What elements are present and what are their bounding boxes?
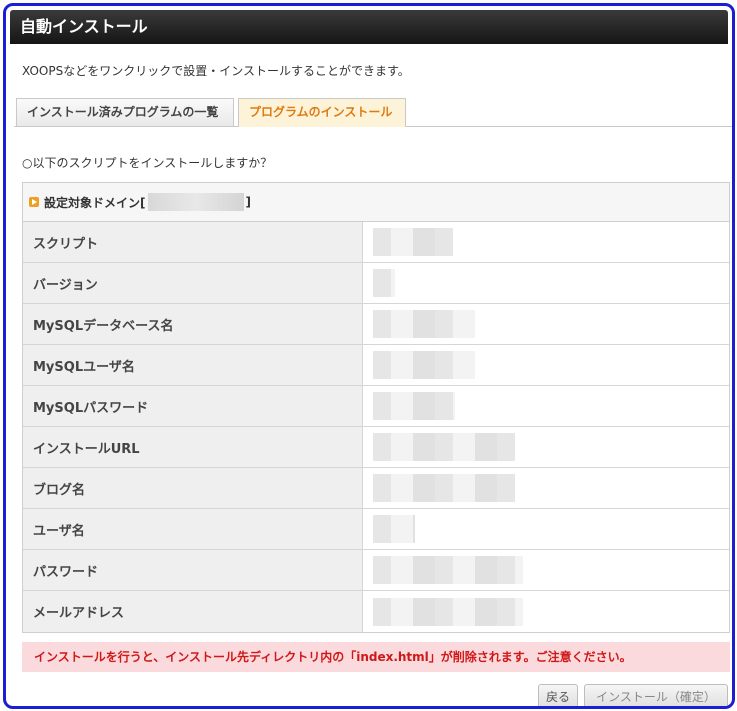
table-row: ユーザ名: [23, 509, 729, 550]
redacted-value: [373, 433, 515, 461]
field-value-db-name: [363, 304, 729, 344]
domain-header: 設定対象ドメイン[ ]: [23, 183, 729, 222]
install-settings-table: 設定対象ドメイン[ ] スクリプト バージョン MySQLデータベース名 MyS…: [22, 182, 730, 633]
table-row: ブログ名: [23, 468, 729, 509]
tab-installed-programs[interactable]: インストール済みプログラムの一覧: [16, 98, 234, 126]
redacted-value: [373, 351, 475, 379]
field-value-password: [363, 550, 729, 590]
install-confirm-button[interactable]: インストール（確定）: [584, 684, 728, 706]
field-label-username: ユーザ名: [23, 509, 363, 549]
table-row: バージョン: [23, 263, 729, 304]
redacted-value: [373, 597, 523, 626]
confirm-question: ○以下のスクリプトをインストールしますか？: [22, 156, 273, 170]
table-row: MySQLパスワード: [23, 386, 729, 427]
domain-label-prefix: 設定対象ドメイン[: [44, 195, 146, 210]
redacted-value: [373, 310, 475, 338]
table-row: MySQLデータベース名: [23, 304, 729, 345]
field-value-db-password: [363, 386, 729, 426]
field-value-version: [363, 263, 729, 303]
back-button[interactable]: 戻る: [538, 684, 578, 706]
redacted-domain: [147, 193, 244, 211]
field-label-blog-name: ブログ名: [23, 468, 363, 508]
tab-bar: インストール済みプログラムの一覧 プログラムのインストール: [14, 98, 732, 127]
table-row: MySQLユーザ名: [23, 345, 729, 386]
field-label-password: パスワード: [23, 550, 363, 590]
redacted-value: [373, 269, 395, 297]
field-value-db-user: [363, 345, 729, 385]
field-value-script: [363, 222, 729, 262]
redacted-value: [373, 228, 453, 256]
redacted-value: [373, 474, 515, 502]
redacted-value: [373, 515, 415, 543]
field-value-blog-name: [363, 468, 729, 508]
domain-label-suffix: ]: [245, 195, 251, 209]
field-label-db-name: MySQLデータベース名: [23, 304, 363, 344]
table-row: パスワード: [23, 550, 729, 591]
field-label-db-password: MySQLパスワード: [23, 386, 363, 426]
dialog-frame: 自動インストール XOOPSなどをワンクリックで設置・インストールすることができ…: [3, 3, 735, 709]
tab-program-install[interactable]: プログラムのインストール: [238, 98, 406, 127]
window-title: 自動インストール: [10, 10, 728, 44]
field-label-version: バージョン: [23, 263, 363, 303]
field-label-script: スクリプト: [23, 222, 363, 262]
intro-text: XOOPSなどをワンクリックで設置・インストールすることができます。: [22, 64, 410, 78]
field-value-install-url: [363, 427, 729, 467]
field-label-db-user: MySQLユーザ名: [23, 345, 363, 385]
redacted-value: [373, 392, 455, 420]
field-value-username: [363, 509, 729, 549]
table-row: インストールURL: [23, 427, 729, 468]
redacted-value: [373, 556, 523, 584]
arrow-right-icon: [29, 197, 39, 207]
table-row: スクリプト: [23, 222, 729, 263]
field-value-email: [363, 591, 729, 632]
warning-message: インストールを行うと、インストール先ディレクトリ内の「index.html」が削…: [22, 642, 730, 672]
field-label-email: メールアドレス: [23, 591, 363, 632]
field-label-install-url: インストールURL: [23, 427, 363, 467]
table-row: メールアドレス: [23, 591, 729, 632]
